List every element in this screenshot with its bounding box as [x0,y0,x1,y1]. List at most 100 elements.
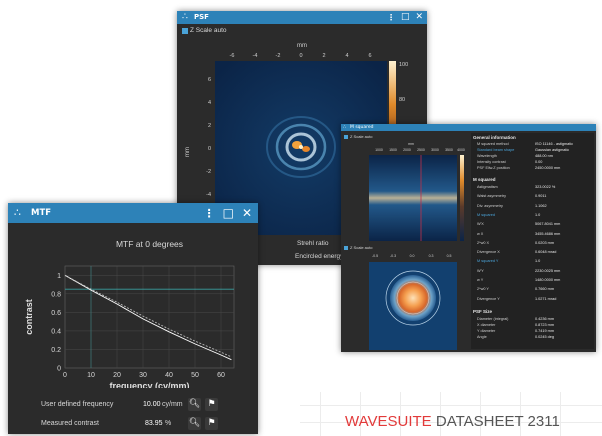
mtf-app-icon: ∴ [14,206,21,219]
mtf-y-tick: 0 [57,366,61,373]
mtf-window: ∴ MTF ⋮ □ ✕ MTF at 0 degrees 0 10 20 30 40 50 6… [8,203,258,434]
msquared-row-value: 3455.4686 mm [535,231,561,236]
msquared-row-key: 2*w0 Y [477,287,489,292]
measured-contrast-unit: % [165,420,172,427]
msquared-spot-plot: -0.5 -0.3 0.0 0.3 0.5 [369,254,457,350]
psf-size-row: Angle 0.0245 deg [473,335,591,341]
psf-size-row-value: 0.8723 mm [535,323,554,327]
mtf-x-tick: 30 [139,372,147,379]
psf-maximize-icon[interactable]: □ [401,13,410,22]
msquared-row-key: Div. asymmetry [477,203,503,208]
psf-y-tick: 0 [208,146,211,152]
msquared-row-value: 1.0271 mrad [535,296,557,301]
general-row-value: 0.00 [535,160,543,164]
msquared-row-key: M squared [477,212,495,217]
msquared-top-x-tick: 3000 [431,148,439,152]
psf-size-row-key: Angle [477,335,487,339]
msquared-top-x-tick: 4000 [457,148,465,152]
psf-menu-icon[interactable]: ⋮ [387,13,395,22]
msquared-row-key: w X [477,231,484,236]
msquared-bottom-tick: -0.3 [390,254,396,258]
msquared-row: Waist asymmetry 0.9011 [473,194,591,203]
msquared-top-x-tick: 1000 [375,148,383,152]
msquared-zscale-checkbox[interactable] [344,135,348,139]
msquared-row-value: 0.0203 mm [535,240,554,245]
psf-x-tick: -4 [253,53,258,59]
msquared-row-key: W'X [477,222,484,227]
msquared-zscale-label-2: Z Scale auto [350,245,373,250]
mtf-series-line [64,274,232,361]
msquared-top-x-tick: 1500 [389,148,397,152]
msquared-row-key: W'Y [477,268,484,273]
user-frequency-value[interactable]: 10.00 [143,401,161,408]
msquared-bottom-tick: 0.0 [410,254,415,258]
msquared-top-unit: mm [408,142,414,146]
measured-contrast-zoom-button[interactable]: 🔍︎ [188,417,201,430]
msquared-row-value: 0.9011 [535,194,547,199]
msquared-row-value: 0.7660 mm [535,287,554,292]
msquared-row-value: 1.0 [535,212,541,217]
msquared-titlebar: ∴ M squared [341,124,596,131]
measured-contrast-value: 83.95 [145,420,163,427]
mtf-y-tick: 0.6 [51,310,61,317]
psf-y-ticks: 6 4 2 0 -2 -4 -6 [206,77,211,221]
user-frequency-label: User defined frequency [41,401,114,408]
msquared-msq-title: M squared [473,177,496,182]
mtf-window-controls: ⋮ □ ✕ [204,203,252,223]
mtf-y-tick: 1 [57,273,61,280]
msquared-row-value: 1.1062 [535,203,547,208]
general-row-value: ISO 11146 - astigmatic [535,142,574,146]
msquared-row: w Y 1480.0000 mm [473,278,591,287]
mtf-y-tick: 0.2 [51,347,61,354]
msquared-row-value: 5067.8041 mm [535,222,561,227]
mtf-close-icon[interactable]: ✕ [242,207,252,219]
mtf-chart-title: MTF at 0 degrees [116,239,183,249]
msquared-row-value: 2230.0025 mm [535,268,561,273]
mtf-y-tick: 0.4 [51,328,61,335]
psf-x-tick: 2 [322,53,325,59]
mtf-chart: MTF at 0 degrees 0 10 20 30 40 50 60 0 0.2 0.4 0.6 0… [24,239,235,388]
msquared-caustic-overlay [369,155,457,241]
general-row-value: 2450.0000 mm [535,166,561,170]
msquared-general-title: General information [473,135,516,140]
psf-size-row-value: 0.4236 mm [535,317,554,321]
user-frequency-adjust-button[interactable]: ⚑ [205,398,218,411]
psf-close-icon[interactable]: ✕ [415,13,423,22]
general-row-key: Intensity contrast [477,160,506,164]
measured-contrast-adjust-button[interactable]: ⚑ [205,417,218,430]
msquared-info-panel: General information M squared method ISO … [471,133,594,349]
mtf-x-tick: 40 [165,372,173,379]
general-row-key: M squared method [477,142,509,146]
user-frequency-zoom-button[interactable]: 🔍︎ [188,398,201,411]
mtf-menu-icon[interactable]: ⋮ [204,208,215,219]
msquared-psf-title: PSF Size [473,309,493,314]
msquared-bottom-ticks: -0.5 -0.3 0.0 0.3 0.5 [372,254,451,258]
msquared-row: 2*w0 Y 0.7660 mm [473,287,591,296]
psf-x-tick: 6 [368,53,371,59]
mtf-title: MTF [31,208,52,218]
general-row: PSF Ellw.Z position 2450.0000 mm [473,166,591,172]
msquared-top-x-ticks: 1000 1500 2000 2500 3000 3500 4000 [375,148,465,152]
msquared-row-key: M squared Y [477,259,499,264]
psf-y-tick: 2 [208,123,211,129]
msquared-zscale-checkbox-2[interactable] [344,246,348,250]
psf-axis-unit: mm [297,43,307,49]
psf-size-row-key: X diameter [477,323,496,327]
mtf-x-tick: 60 [217,372,225,379]
mtf-x-tick: 50 [191,372,199,379]
general-row-value: Gaussian astigmatic [535,148,570,152]
msquared-row-key: w Y [477,278,484,282]
msquared-row: w X 3455.4686 mm [473,232,591,241]
mtf-maximize-icon[interactable]: □ [223,207,234,219]
psf-x-tick: -6 [230,53,235,59]
msquared-row: Divergence X 0.6048 mrad [473,250,591,259]
mtf-x-tick: 0 [63,372,67,379]
psf-zscale-checkbox[interactable] [182,28,188,34]
psf-spot [266,116,336,178]
mtf-y-label: contrast [24,299,34,335]
msquared-bottom-tick: 0.3 [429,254,434,258]
mtf-titlebar: ∴ MTF ⋮ □ ✕ [8,203,258,223]
msquared-caustic-colorbar [460,155,464,241]
msquared-caustic-plot: mm 1000 1500 2000 2500 3000 3500 4000 [369,142,465,241]
msquared-top-x-tick: 2000 [403,148,411,152]
